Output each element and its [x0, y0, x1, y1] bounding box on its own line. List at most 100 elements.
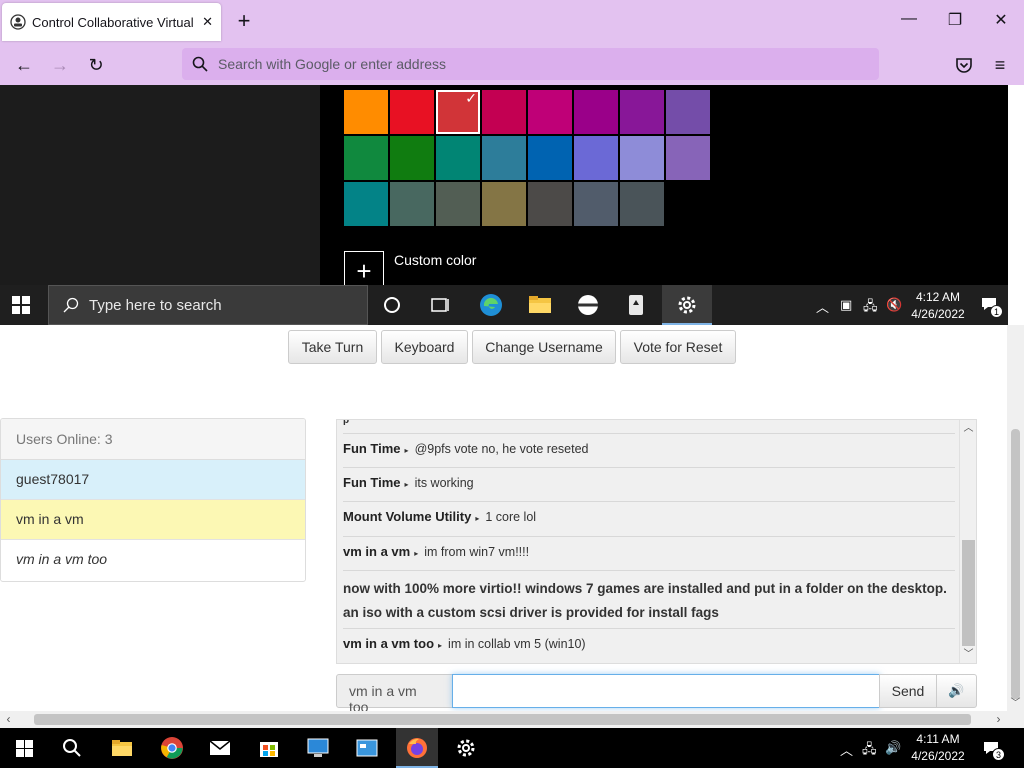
address-bar[interactable]: Search with Google or enter address [182, 48, 879, 80]
host-network-icon[interactable]: 🖧 [862, 740, 877, 762]
task-view-icon[interactable] [426, 291, 454, 319]
color-swatch[interactable] [666, 90, 710, 134]
color-swatch[interactable] [482, 136, 526, 180]
color-swatch[interactable] [436, 182, 480, 226]
host-tray-chevron-icon[interactable]: ︿ [840, 740, 853, 759]
vm-search-icon [63, 297, 79, 313]
file-explorer-icon[interactable] [526, 291, 554, 319]
edge-icon[interactable] [477, 291, 505, 319]
page-horizontal-scrollbar[interactable]: ‹ › [0, 711, 1007, 728]
page-scroll-right-icon[interactable]: › [990, 711, 1007, 728]
vm-tray-chevron-icon[interactable]: ︿ [816, 297, 829, 316]
chat-scrollbar[interactable]: ︿ ﹀ [959, 420, 976, 663]
store-icon[interactable] [257, 736, 281, 760]
custom-color-label[interactable]: Custom color [394, 252, 476, 268]
color-swatch[interactable] [344, 136, 388, 180]
user-list-item[interactable]: vm in a vm [1, 500, 305, 540]
remote-desktop-icon[interactable] [306, 736, 330, 760]
color-swatch[interactable] [666, 136, 710, 180]
mail-app-icon[interactable] [574, 291, 602, 319]
chat-message-list: p Fun Time ▸ @9pfs vote no, he vote resete… [343, 420, 955, 663]
color-swatch[interactable] [620, 136, 664, 180]
host-start-icon[interactable] [16, 740, 33, 757]
vm-clock[interactable]: 4:12 AM 4/26/2022 [906, 289, 970, 323]
forward-icon[interactable]: → [48, 53, 72, 77]
color-swatch[interactable] [528, 182, 572, 226]
color-swatch[interactable] [390, 90, 434, 134]
host-volume-icon[interactable]: 🔊 [885, 740, 901, 756]
send-button[interactable]: Send [879, 674, 937, 708]
host-settings-icon[interactable] [454, 736, 478, 760]
vm-settings-taskbar-button[interactable] [662, 285, 712, 325]
color-swatch[interactable] [528, 90, 572, 134]
color-swatch[interactable] [574, 136, 618, 180]
vm-search-box[interactable]: Type here to search [48, 285, 368, 325]
keyboard-button[interactable]: Keyboard [381, 330, 468, 364]
color-swatch[interactable] [528, 136, 572, 180]
minimize-icon[interactable]: — [886, 10, 932, 28]
cortana-icon[interactable] [378, 291, 406, 319]
chat-message: Fun Time ▸ @9pfs vote no, he vote reseted [343, 434, 955, 468]
vote-reset-button[interactable]: Vote for Reset [620, 330, 736, 364]
selected-check-icon: ✓ [465, 90, 477, 106]
chat-scroll-up-icon[interactable]: ︿ [960, 420, 976, 437]
color-swatch[interactable] [390, 182, 434, 226]
change-username-button[interactable]: Change Username [472, 330, 616, 364]
pocket-icon[interactable] [955, 56, 973, 74]
host-search-icon[interactable] [60, 736, 84, 760]
menu-icon[interactable]: ≡ [988, 53, 1012, 77]
host-notification-icon[interactable]: 3 [982, 739, 1005, 761]
color-swatch[interactable] [574, 182, 618, 226]
tab-close-icon[interactable]: ✕ [202, 14, 213, 30]
take-turn-button[interactable]: Take Turn [288, 330, 377, 364]
vm-network-icon[interactable]: 🖧 [863, 297, 878, 319]
firefox-icon [407, 738, 427, 758]
page-vertical-scrollbar[interactable]: ﹀ [1007, 325, 1024, 711]
page-scroll-left-icon[interactable]: ‹ [0, 711, 17, 728]
host-notification-count: 3 [992, 748, 1005, 761]
chat-input[interactable] [452, 674, 880, 708]
host-date: 4/26/2022 [911, 749, 965, 763]
back-icon[interactable]: ← [12, 53, 36, 77]
color-swatch[interactable] [620, 182, 664, 226]
chat-text: im from win7 vm!!!! [424, 545, 530, 559]
color-swatch[interactable] [436, 136, 480, 180]
page-hscroll-thumb[interactable] [34, 714, 971, 725]
new-tab-button[interactable]: + [233, 10, 255, 32]
restore-icon[interactable]: ❐ [932, 10, 978, 30]
search-icon [192, 56, 208, 72]
window-close-icon[interactable]: ✕ [978, 10, 1024, 30]
chat-scroll-down-icon[interactable]: ﹀ [960, 646, 976, 663]
browser-tab[interactable]: Control Collaborative Virtual M ✕ [2, 3, 221, 41]
vm-screen[interactable]: ✓ + Custom color Type here to search ︿ ▣… [0, 85, 1008, 325]
user-list-item[interactable]: vm in a vm too [1, 540, 305, 580]
color-swatch[interactable] [390, 136, 434, 180]
vm-start-icon[interactable] [12, 296, 30, 314]
firefox-taskbar-button[interactable] [396, 728, 438, 768]
volume-button[interactable]: 🔊 [936, 674, 977, 708]
chat-scroll-thumb[interactable] [962, 540, 975, 646]
color-swatch[interactable] [482, 182, 526, 226]
page-scroll-down-icon[interactable]: ﹀ [1007, 694, 1024, 709]
page-vscroll-thumb[interactable] [1011, 429, 1020, 699]
host-mail-icon[interactable] [208, 736, 232, 760]
vm-meet-icon[interactable]: ▣ [840, 297, 852, 313]
host-clock[interactable]: 4:11 AM 4/26/2022 [906, 731, 970, 765]
user-list-item[interactable]: guest78017 [1, 460, 305, 500]
chrome-icon[interactable] [160, 736, 184, 760]
chat-message: vm in a vm too ▸ im in collab vm 5 (win10) [343, 629, 955, 663]
host-time: 4:11 AM [916, 732, 960, 746]
vm-volume-muted-icon[interactable]: 🔇 [886, 297, 902, 313]
control-panel-icon[interactable] [355, 736, 379, 760]
color-swatch[interactable] [482, 90, 526, 134]
chat-username: Fun Time [343, 441, 401, 456]
vm-notification-icon[interactable]: 1 [980, 295, 1003, 318]
color-swatch[interactable] [344, 182, 388, 226]
reload-icon[interactable]: ↻ [84, 53, 108, 77]
solitaire-icon[interactable] [622, 291, 650, 319]
color-swatch[interactable] [344, 90, 388, 134]
host-file-explorer-icon[interactable] [110, 736, 134, 760]
color-swatch[interactable]: ✓ [436, 90, 480, 134]
color-swatch[interactable] [620, 90, 664, 134]
color-swatch[interactable] [574, 90, 618, 134]
